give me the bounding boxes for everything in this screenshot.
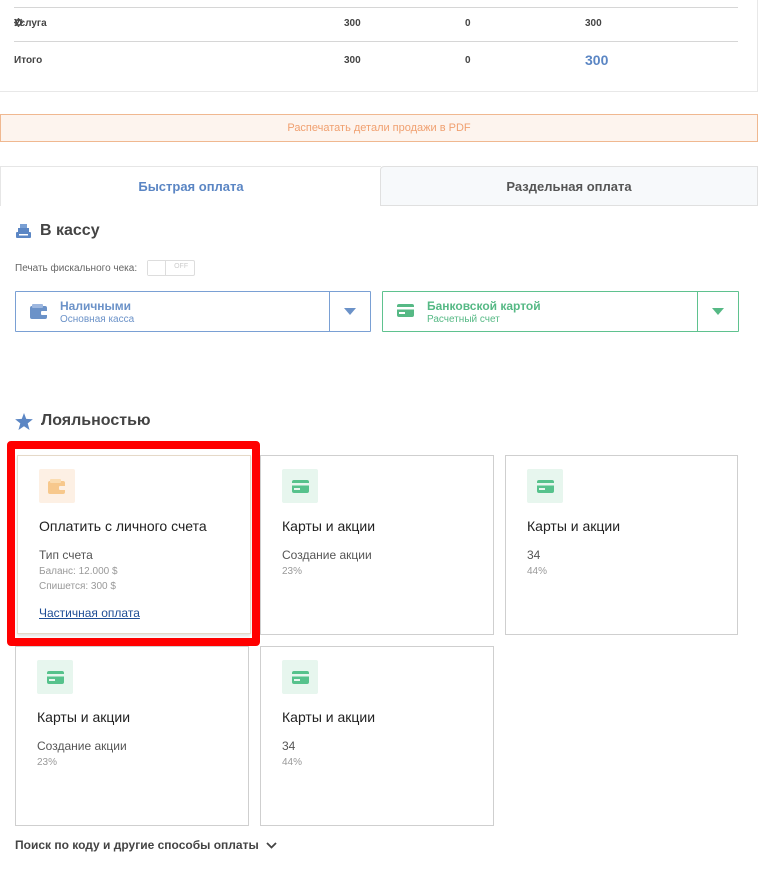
- fiscal-label: Печать фискального чека:: [15, 262, 138, 274]
- card-dropdown-button[interactable]: [697, 292, 738, 331]
- credit-card-icon: [37, 660, 73, 694]
- divider: [14, 7, 738, 8]
- summary-value: 300: [344, 55, 361, 66]
- chevron-down-icon: [266, 841, 277, 849]
- summary-row-service: Услуга 300 0 300: [14, 18, 738, 34]
- card-title: Карты и акции: [282, 709, 376, 725]
- caret-down-icon: [712, 308, 724, 315]
- cashier-title: В кассу: [40, 222, 100, 239]
- payment-method-cash[interactable]: Наличными Основная касса: [15, 291, 371, 332]
- payment-tabs: Быстрая оплата Раздельная оплата: [0, 166, 758, 206]
- credit-card-icon: [282, 469, 318, 503]
- card-title: Карты и акции: [527, 518, 621, 534]
- loyalty-title: Лояльностью: [41, 412, 151, 429]
- loyalty-card-promo[interactable]: Карты и акции Создание акции 23%: [260, 455, 494, 635]
- loyalty-card-promo[interactable]: Карты и акции 34 44%: [505, 455, 738, 635]
- card-percent: 23%: [37, 757, 58, 768]
- summary-value: 0: [465, 55, 471, 66]
- card-subtitle: Создание акции: [37, 739, 127, 753]
- toggle-state: OFF: [174, 263, 189, 270]
- star-icon: [15, 412, 33, 430]
- payment-method-subtitle: Основная касса: [60, 314, 135, 325]
- loyalty-card-promo[interactable]: Карты и акции 34 44%: [260, 646, 494, 826]
- credit-card-icon: [397, 304, 414, 322]
- payment-method-subtitle: Расчетный счет: [427, 314, 500, 325]
- divider: [14, 41, 738, 42]
- fiscal-receipt-row: Печать фискального чека: OFF: [15, 260, 196, 276]
- payment-method-title: Банковской картой: [427, 299, 541, 313]
- summary-value: 0: [465, 18, 471, 29]
- credit-card-icon: [282, 660, 318, 694]
- credit-card-icon: [527, 469, 563, 503]
- summary-value: 300: [344, 18, 361, 29]
- payment-method-card[interactable]: Банковской картой Расчетный счет: [382, 291, 739, 332]
- tab-quick-payment[interactable]: Быстрая оплата: [0, 166, 381, 206]
- card-percent: 23%: [282, 566, 303, 577]
- loyalty-section-title: Лояльностью: [15, 412, 151, 430]
- summary-label: Услуга: [14, 18, 47, 29]
- loyalty-card-promo[interactable]: Карты и акции Создание акции 23%: [15, 646, 249, 826]
- print-pdf-button[interactable]: Распечатать детали продажи в PDF: [0, 114, 758, 142]
- fiscal-receipt-toggle[interactable]: OFF: [147, 260, 196, 276]
- selection-highlight: [7, 441, 260, 646]
- caret-down-icon: [344, 308, 356, 315]
- summary-row-total: Итого 300 0 300: [14, 52, 738, 71]
- more-options-label: Поиск по коду и другие способы оплаты: [15, 838, 259, 852]
- cash-dropdown-button[interactable]: [329, 292, 370, 331]
- more-payment-options-toggle[interactable]: Поиск по коду и другие способы оплаты: [15, 838, 277, 852]
- payment-method-title: Наличными: [60, 299, 132, 313]
- tab-split-payment[interactable]: Раздельная оплата: [380, 166, 758, 206]
- card-percent: 44%: [282, 757, 303, 768]
- card-subtitle: 34: [527, 548, 541, 562]
- summary-label: Итого: [14, 55, 43, 66]
- card-title: Карты и акции: [282, 518, 376, 534]
- toggle-knob: [148, 261, 167, 275]
- cashier-section-title: В кассу: [15, 222, 100, 240]
- card-percent: 44%: [527, 566, 548, 577]
- total-amount: 300: [585, 52, 609, 68]
- card-subtitle: Создание акции: [282, 548, 372, 562]
- wallet-icon: [30, 304, 48, 324]
- cash-register-icon: [16, 224, 31, 238]
- sale-summary: Услуга 300 0 300 Итого 300 0 300: [0, 0, 758, 92]
- card-title: Карты и акции: [37, 709, 131, 725]
- summary-value: 300: [585, 18, 602, 29]
- card-subtitle: 34: [282, 739, 296, 753]
